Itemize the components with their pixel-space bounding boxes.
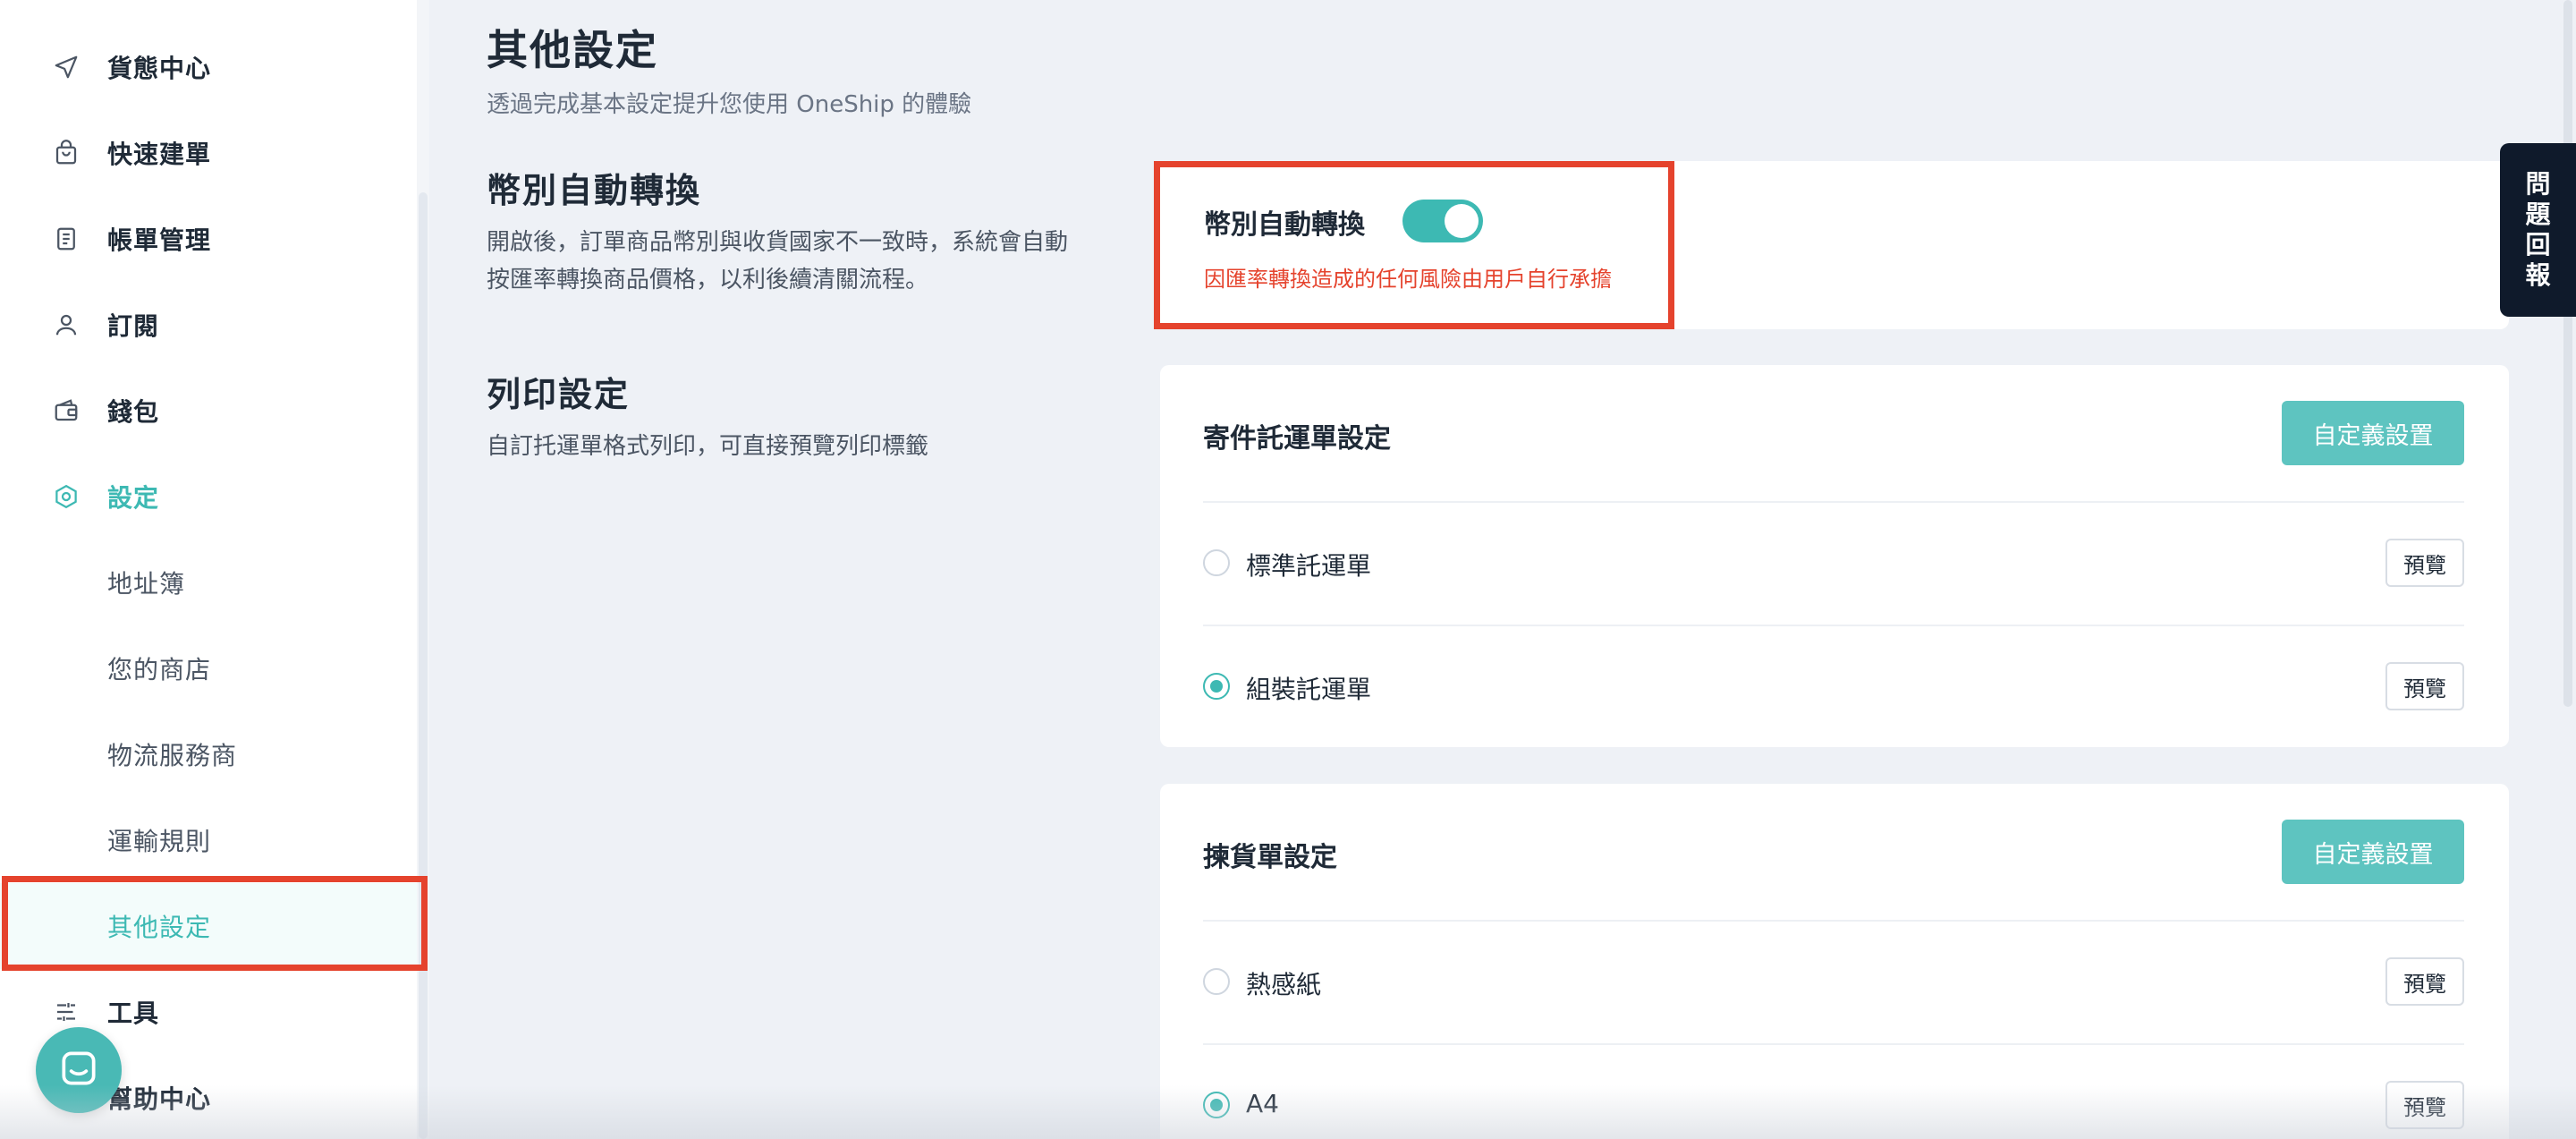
- radio-label: 熱感紙: [1246, 970, 1322, 999]
- card-title: 揀貨單設定: [1203, 842, 1337, 873]
- sidebar-item-wallet[interactable]: 錢包: [0, 368, 420, 454]
- sidebar-item-address-book[interactable]: 地址簿: [0, 540, 420, 625]
- preview-button[interactable]: 預覽: [2385, 1081, 2464, 1129]
- sidebar-item-label: 快速建單: [107, 140, 212, 169]
- radio-thermal-paper[interactable]: [1203, 968, 1230, 995]
- sidebar-item-subscription[interactable]: 訂閱: [0, 282, 420, 368]
- settings-icon: [50, 480, 82, 513]
- divider: [1203, 625, 2464, 626]
- highlight-box-currency: [1154, 161, 1674, 329]
- highlight-box-sidebar: [2, 876, 428, 971]
- radio-standard-label[interactable]: [1203, 549, 1230, 576]
- sidebar-item-shipping-rules[interactable]: 運輸規則: [0, 797, 420, 883]
- sidebar-item-label: 帳單管理: [107, 225, 212, 255]
- picking-list-card: 揀貨單設定 自定義設置 熱感紙 預覽 A4 預覽: [1160, 784, 2509, 1139]
- section-title-currency: 幣別自動轉換: [487, 171, 702, 210]
- feedback-char: 問: [2525, 169, 2551, 199]
- feedback-char: 報: [2525, 260, 2551, 290]
- section-desc-line: 按匯率轉換商品價格，以利後續清關流程。: [487, 267, 929, 293]
- section-desc-line: 開啟後，訂單商品幣別與收貨國家不一致時，系統會自動: [487, 229, 1069, 256]
- sidebar-item-label: 工具: [107, 999, 160, 1028]
- sidebar-item-logistics-providers[interactable]: 物流服務商: [0, 711, 420, 797]
- user-icon: [50, 309, 82, 341]
- feedback-char: 回: [2525, 230, 2551, 259]
- feedback-tab[interactable]: 問 題 回 報: [2500, 143, 2576, 317]
- card-title: 寄件託運單設定: [1203, 423, 1391, 455]
- page-title: 其他設定: [487, 26, 658, 74]
- sidebar-item-settings[interactable]: 設定: [0, 454, 420, 540]
- main-scrollbar-thumb[interactable]: [2563, 0, 2572, 707]
- bill-icon: [50, 223, 82, 255]
- page-subtitle: 透過完成基本設定提升您使用 OneShip 的體驗: [487, 91, 972, 118]
- sidebar-item-label: 物流服務商: [107, 741, 238, 770]
- preview-button[interactable]: 預覽: [2385, 539, 2464, 587]
- tools-icon: [50, 996, 82, 1028]
- sidebar-item-label: 幫助中心: [107, 1084, 212, 1114]
- send-icon: [50, 51, 82, 83]
- sidebar-item-label: 運輸規則: [107, 827, 212, 856]
- sidebar-item-label: 貨態中心: [107, 54, 212, 83]
- radio-a4[interactable]: [1203, 1092, 1230, 1118]
- sidebar-item-label: 您的商店: [107, 655, 212, 684]
- sidebar-item-tracking-center[interactable]: 貨態中心: [0, 24, 420, 110]
- radio-assembled-label[interactable]: [1203, 673, 1230, 700]
- section-desc-currency: 開啟後，訂單商品幣別與收貨國家不一致時，系統會自動 按匯率轉換商品價格，以利後續…: [487, 224, 1122, 299]
- sidebar-item-label: 錢包: [107, 397, 160, 427]
- custom-settings-button[interactable]: 自定義設置: [2282, 820, 2464, 884]
- chat-launcher-button[interactable]: [36, 1027, 122, 1113]
- custom-settings-button[interactable]: 自定義設置: [2282, 401, 2464, 465]
- sidebar-item-your-stores[interactable]: 您的商店: [0, 625, 420, 711]
- wallet-icon: [50, 395, 82, 427]
- chat-icon: [56, 1046, 101, 1094]
- divider: [1203, 920, 2464, 922]
- shipping-label-card: 寄件託運單設定 自定義設置 標準託運單 預覽 組裝託運單 預覽: [1160, 365, 2509, 747]
- shopping-bag-icon: [50, 137, 82, 169]
- sidebar-item-label: 訂閱: [107, 311, 160, 341]
- sidebar-scrollbar-thumb[interactable]: [419, 192, 428, 1139]
- preview-button[interactable]: 預覽: [2385, 662, 2464, 710]
- radio-label: A4: [1246, 1089, 1279, 1118]
- radio-label: 標準託運單: [1246, 551, 1372, 581]
- sidebar-item-label: 設定: [107, 483, 160, 513]
- radio-label: 組裝託運單: [1246, 675, 1372, 704]
- sidebar-item-billing[interactable]: 帳單管理: [0, 196, 420, 282]
- sidebar-item-quick-order[interactable]: 快速建單: [0, 110, 420, 196]
- section-title-print: 列印設定: [487, 375, 631, 414]
- feedback-char: 題: [2525, 200, 2551, 229]
- divider: [1203, 1043, 2464, 1045]
- divider: [1203, 501, 2464, 503]
- preview-button[interactable]: 預覽: [2385, 957, 2464, 1006]
- section-desc-print: 自訂托運單格式列印，可直接預覽列印標籤: [487, 433, 929, 460]
- sidebar-item-label: 地址簿: [107, 569, 186, 599]
